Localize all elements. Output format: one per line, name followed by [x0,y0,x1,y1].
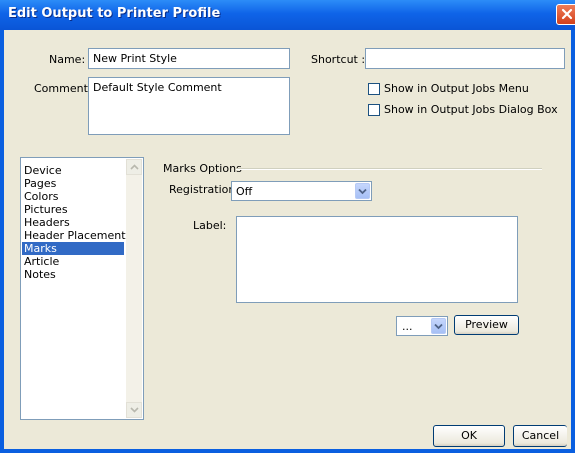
category-list-scrollbar[interactable] [126,159,142,418]
list-item-pictures[interactable]: Pictures [22,203,124,216]
list-item-headers[interactable]: Headers [22,216,124,229]
list-item-header-placement[interactable]: Header Placement [22,229,126,242]
chevron-down-icon [358,188,367,195]
preview-select[interactable]: ... [396,316,448,336]
list-item-article[interactable]: Article [22,255,124,268]
registration-select-value: Off [236,185,253,198]
ok-button[interactable]: OK [433,425,505,447]
list-item-marks[interactable]: Marks [22,242,124,255]
show-in-menu-label: Show in Output Jobs Menu [384,82,529,95]
list-item-colors[interactable]: Colors [22,190,124,203]
name-field[interactable]: New Print Style [88,48,290,69]
chevron-down-icon [434,323,443,330]
window-title: Edit Output to Printer Profile [8,6,221,21]
scroll-up-arrow-icon [130,164,139,170]
category-list[interactable]: Device Pages Colors Pictures Headers Hea… [20,157,144,420]
registration-select[interactable]: Off [231,181,372,201]
list-item-device[interactable]: Device [22,164,124,177]
shortcut-label: Shortcut : [311,53,366,66]
registration-label: Registration: [169,183,240,196]
scroll-down-button[interactable] [126,402,142,418]
scroll-up-button[interactable] [126,159,142,175]
close-icon [561,8,573,20]
list-item-pages[interactable]: Pages [22,177,124,190]
close-button[interactable] [556,4,575,25]
dialog-client-area: Name: New Print Style Shortcut : Comment… [4,30,571,449]
cancel-button[interactable]: Cancel [513,425,567,447]
preview-select-value: ... [402,320,413,333]
name-label: Name: [49,53,86,66]
show-in-menu-checkbox[interactable] [368,83,380,95]
list-item-notes[interactable]: Notes [22,268,124,281]
preview-button-label: Preview [465,318,508,331]
registration-dropdown-button[interactable] [355,183,370,199]
dialog-window: Edit Output to Printer Profile Name: New… [0,0,575,453]
comment-label: Comment: [34,82,92,95]
marks-options-heading: Marks Options [163,162,242,175]
marks-options-divider [236,168,542,170]
comment-field[interactable]: Default Style Comment [88,77,290,135]
label-label: Label: [193,219,227,232]
preview-button[interactable]: Preview [454,315,519,335]
show-in-dialog-label: Show in Output Jobs Dialog Box [384,103,558,116]
label-field[interactable] [236,216,518,303]
cancel-button-label: Cancel [521,429,560,442]
scroll-down-arrow-icon [130,407,139,413]
title-bar[interactable]: Edit Output to Printer Profile [0,0,575,30]
ok-button-label: OK [461,429,477,442]
shortcut-field[interactable] [365,48,565,69]
preview-dropdown-button[interactable] [431,318,446,334]
show-in-dialog-checkbox[interactable] [368,104,380,116]
